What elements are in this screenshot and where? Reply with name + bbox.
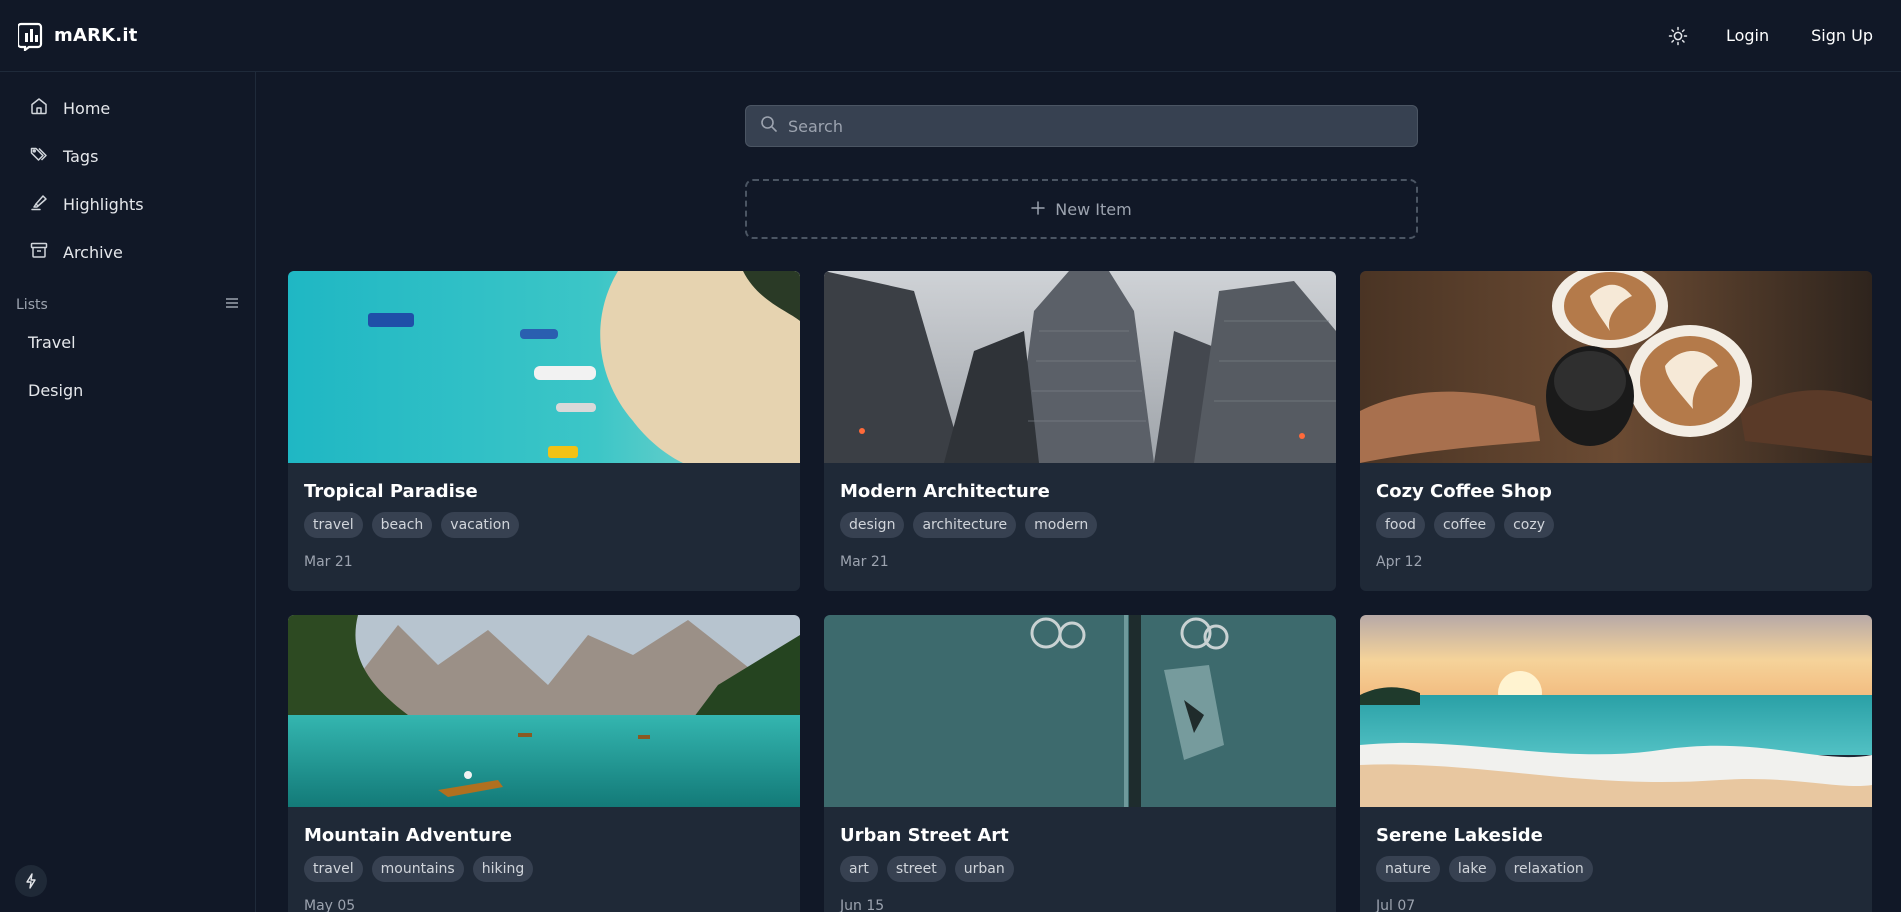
sidebar-item-label: Tags: [63, 146, 99, 166]
home-icon: [29, 96, 49, 120]
top-header: mARK.it Login Sign Up: [0, 0, 1901, 72]
card-date: Apr 12: [1376, 554, 1423, 570]
card-title: Urban Street Art: [840, 825, 1009, 846]
sidebar-list-travel[interactable]: Travel: [0, 318, 255, 366]
tag[interactable]: hiking: [472, 856, 534, 882]
card-title: Modern Architecture: [840, 481, 1050, 502]
items-grid: Tropical Paradise travel beach vacation …: [288, 271, 1873, 912]
tag[interactable]: art: [840, 856, 878, 882]
tag[interactable]: mountains: [371, 856, 464, 882]
sun-icon[interactable]: [1660, 18, 1696, 54]
tag[interactable]: vacation: [441, 512, 520, 538]
logo-icon: [18, 21, 44, 51]
card-date: Mar 21: [304, 554, 353, 570]
card-tags: art street urban: [840, 856, 1320, 882]
lists-header: Lists: [0, 292, 255, 318]
tag[interactable]: food: [1376, 512, 1425, 538]
card-title: Tropical Paradise: [304, 481, 478, 502]
tag[interactable]: nature: [1376, 856, 1440, 882]
sidebar-list-design[interactable]: Design: [0, 366, 255, 414]
item-card[interactable]: Serene Lakeside nature lake relaxation J…: [1360, 615, 1872, 912]
item-card[interactable]: Cozy Coffee Shop food coffee cozy Apr 12: [1360, 271, 1872, 591]
item-card[interactable]: Urban Street Art art street urban Jun 15: [824, 615, 1336, 912]
item-card[interactable]: Modern Architecture design architecture …: [824, 271, 1336, 591]
tag[interactable]: coffee: [1433, 512, 1496, 538]
main-content: New Item: [256, 72, 1901, 912]
card-date: May 05: [304, 898, 356, 912]
tag[interactable]: travel: [304, 512, 363, 538]
new-item-button[interactable]: New Item: [745, 179, 1418, 239]
sidebar-item-label: Home: [63, 98, 111, 118]
sidebar-nav: Home Tags Highlights Archive: [0, 72, 255, 276]
card-image-street-art: [824, 615, 1336, 807]
card-title: Cozy Coffee Shop: [1376, 481, 1552, 502]
menu-icon[interactable]: [225, 297, 239, 313]
card-tags: travel beach vacation: [304, 512, 784, 538]
tag[interactable]: lake: [1448, 856, 1496, 882]
tag[interactable]: modern: [1025, 512, 1098, 538]
card-tags: travel mountains hiking: [304, 856, 784, 882]
card-tags: food coffee cozy: [1376, 512, 1856, 538]
highlighter-icon: [29, 192, 49, 216]
card-image-buildings: [824, 271, 1336, 463]
tag[interactable]: architecture: [913, 512, 1017, 538]
card-image-mountain-lake: [288, 615, 800, 807]
card-tags: nature lake relaxation: [1376, 856, 1856, 882]
archive-icon: [29, 240, 49, 264]
brand-name: mARK.it: [54, 25, 138, 46]
sidebar-item-label: Highlights: [63, 194, 144, 214]
tag[interactable]: beach: [371, 512, 433, 538]
brand[interactable]: mARK.it: [18, 21, 138, 51]
card-image-coffee: [1360, 271, 1872, 463]
lists-title: Lists: [16, 297, 48, 313]
search-input[interactable]: [788, 116, 1417, 136]
search-bar[interactable]: [745, 105, 1418, 147]
card-date: Jun 15: [840, 898, 885, 912]
card-image-beach: [288, 271, 800, 463]
sidebar-item-label: Archive: [63, 242, 123, 262]
tag[interactable]: urban: [954, 856, 1014, 882]
sidebar-item-home[interactable]: Home: [0, 84, 255, 132]
new-item-label: New Item: [1055, 199, 1132, 219]
card-image-sunset-beach: [1360, 615, 1872, 807]
tag[interactable]: street: [886, 856, 946, 882]
login-link[interactable]: Login: [1726, 26, 1769, 45]
tag[interactable]: cozy: [1504, 512, 1554, 538]
sidebar-item-archive[interactable]: Archive: [0, 228, 255, 276]
card-tags: design architecture modern: [840, 512, 1320, 538]
plus-icon: [1031, 200, 1046, 219]
sidebar-item-highlights[interactable]: Highlights: [0, 180, 255, 228]
sidebar-item-tags[interactable]: Tags: [0, 132, 255, 180]
card-title: Mountain Adventure: [304, 825, 512, 846]
signup-link[interactable]: Sign Up: [1811, 26, 1873, 45]
item-card[interactable]: Tropical Paradise travel beach vacation …: [288, 271, 800, 591]
search-icon: [760, 115, 778, 137]
tag[interactable]: relaxation: [1504, 856, 1593, 882]
tags-icon: [29, 144, 49, 168]
card-date: Mar 21: [840, 554, 889, 570]
tag[interactable]: design: [840, 512, 905, 538]
item-card[interactable]: Mountain Adventure travel mountains hiki…: [288, 615, 800, 912]
tag[interactable]: travel: [304, 856, 363, 882]
sidebar: Home Tags Highlights Archive Lists Trave…: [0, 72, 256, 912]
bolt-icon[interactable]: [15, 865, 47, 897]
card-title: Serene Lakeside: [1376, 825, 1543, 846]
card-date: Jul 07: [1376, 898, 1416, 912]
